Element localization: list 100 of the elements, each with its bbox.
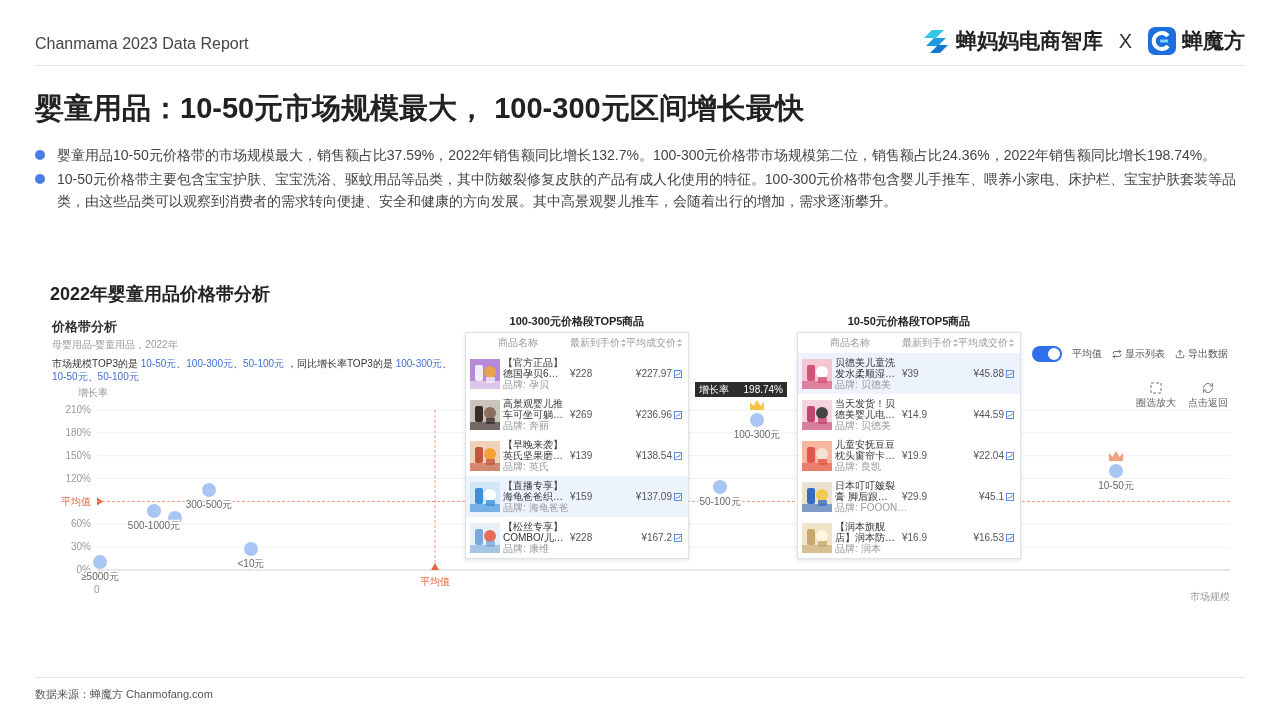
data-point[interactable] <box>750 413 764 427</box>
product-name: 贝德美儿童洗发水柔顺湿… <box>835 356 896 379</box>
price-cell: ¥22.04 <box>973 450 1004 461</box>
product-brand: 品牌: 孕贝 <box>503 378 549 391</box>
point-label: 10-50元 <box>1098 480 1134 491</box>
product-brand: 品牌: 英氏 <box>503 460 549 473</box>
panel-subtitle: 母婴用品-婴童用品，2022年 <box>52 338 178 352</box>
table-row[interactable]: 贝德美儿童洗发水柔顺湿… 品牌: 贝德美 ¥39 ¥45.88 <box>798 353 1020 394</box>
product-brand: 品牌: FOOON… <box>835 501 908 514</box>
product-name: 高景观婴儿推车可坐可躺… <box>503 397 564 420</box>
data-point[interactable] <box>93 555 107 569</box>
trend-icon[interactable] <box>674 533 682 542</box>
average-label: 平均值 <box>61 496 91 508</box>
trend-icon[interactable] <box>1006 369 1014 378</box>
data-point[interactable] <box>1109 464 1123 478</box>
trend-icon[interactable] <box>674 369 682 378</box>
table-row[interactable]: 当天发货！贝德美婴儿电… 品牌: 贝德美 ¥14.9 ¥44.59 <box>798 394 1020 435</box>
trend-icon[interactable] <box>1006 533 1014 542</box>
table-row[interactable]: 【官方正品】德国孕贝6… 品牌: 孕贝 ¥228 ¥227.97 <box>466 353 688 394</box>
column-header: 最新到手价 <box>902 336 952 350</box>
sort-icon[interactable] <box>621 339 626 347</box>
bullet-dot <box>35 174 45 184</box>
bullet-text: 婴童用品10-50元价格带的市场规模最大，销售额占比37.59%，2022年销售额同比增长132.7%。100-300元价格带市场规模第二位，销售额占比24.36%，2022年销售额同比增长198.74%。 <box>57 146 1217 165</box>
table-row[interactable]: 【直播专享】海龟爸爸织… 品牌: 海龟爸爸 ¥159 ¥137.09 <box>466 476 688 517</box>
toolbar-button[interactable]: 显示列表 <box>1112 347 1165 361</box>
price-cell: ¥14.9 <box>902 409 928 420</box>
column-header: 平均成交价 <box>626 336 676 350</box>
product-name: 日本叮叮皴裂膏 脚后跟… <box>835 479 896 502</box>
refresh-icon <box>1202 382 1214 394</box>
product-name: 【直播专享】海龟爸爸织… <box>503 479 564 502</box>
point-label: 100-300元 <box>733 429 781 440</box>
average-toggle[interactable] <box>1032 346 1062 362</box>
table-row[interactable]: 日本叮叮皴裂膏 脚后跟… 品牌: FOOON… ¥29.9 ¥45.1 <box>798 476 1020 517</box>
axis-tick-label: 210% <box>65 404 91 415</box>
price-cell: ¥138.54 <box>635 450 672 461</box>
point-label: 300-500元 <box>185 499 233 510</box>
repeat-icon <box>1112 349 1122 359</box>
price-cell: ¥39 <box>902 368 919 379</box>
bullet-text: 10-50元价格带主要包含宝宝护肤、宝宝洗浴、驱蚊用品等品类，其中防皴裂修复皮肤的产品有成人化使用的特征。100-300元价格带包含婴儿手推车、喂养小家电、床护栏、宝宝护肤套装等品类，由这些品类可以观察到消费者的需求转向便捷、安全和健康的方向发展。其中高景观婴儿推车，会随着出行的增加，需求逐渐攀升。 <box>57 170 1238 211</box>
axis-title: 增长率 <box>78 387 108 398</box>
trend-icon[interactable] <box>674 451 682 460</box>
data-point[interactable] <box>244 542 258 556</box>
trend-icon[interactable] <box>1006 492 1014 501</box>
average-label: 平均值 <box>420 576 450 587</box>
data-point[interactable] <box>202 483 216 497</box>
product-name: 儿童安抚豆豆枕头窗帘卡… <box>835 438 896 461</box>
product-brand: 品牌: 奔丽 <box>503 419 549 432</box>
sort-icon[interactable] <box>1009 339 1014 347</box>
price-cell: ¥228 <box>570 368 593 379</box>
price-cell: ¥29.9 <box>902 491 928 502</box>
table-row[interactable]: 【松丝专享】COMBO/儿… 品牌: 康维 ¥228 ¥167.2 <box>466 517 688 558</box>
axis-tick-label: 0 <box>94 584 100 595</box>
product-name: 【松丝专享】COMBO/儿… <box>503 520 565 543</box>
price-cell: ¥236.96 <box>635 409 672 420</box>
product-brand: 品牌: 润本 <box>835 542 881 555</box>
product-brand: 品牌: 贝德美 <box>835 378 891 391</box>
product-name: 【官方正品】德国孕贝6… <box>503 356 564 379</box>
trend-icon[interactable] <box>674 492 682 501</box>
sort-icon[interactable] <box>677 339 682 347</box>
axis-tick-label: 150% <box>65 449 91 461</box>
price-cell: ¥137.09 <box>635 491 672 502</box>
product-brand: 品牌: 海龟爸爸 <box>503 501 569 514</box>
data-point[interactable] <box>147 504 161 518</box>
axis-tick-label: 30% <box>71 541 91 553</box>
column-header: 商品名称 <box>498 336 538 350</box>
zoom-tool-button[interactable]: 点击返回 <box>1188 382 1228 410</box>
product-brand: 品牌: 贝德美 <box>835 419 891 432</box>
axis-title: 市场规模 <box>1190 591 1230 602</box>
report-title: Chanmama 2023 Data Report <box>35 35 249 53</box>
trend-icon[interactable] <box>1006 410 1014 419</box>
price-cell: ¥45.1 <box>978 491 1004 502</box>
price-cell: ¥269 <box>570 409 593 420</box>
toolbar-button[interactable]: 导出数据 <box>1175 347 1228 361</box>
dashed-square-icon <box>1150 382 1162 394</box>
trend-icon[interactable] <box>674 410 682 419</box>
sort-icon[interactable] <box>953 339 958 347</box>
product-brand: 品牌: 康维 <box>503 542 549 555</box>
separator-text: X <box>1118 29 1132 53</box>
tooltip-value: 198.74% <box>743 384 783 395</box>
page-title: 婴童用品：10-50元市场规模最大， 100-300元区间增长最快 <box>35 91 805 126</box>
brand-name: 蝉妈妈电商智库 <box>955 28 1103 54</box>
zoom-tool-button[interactable]: 圈选放大 <box>1136 382 1176 410</box>
summary-text: 市场规模TOP3的是 10-50元、100-300元、50-100元 ，同比增长率TOP3的是 100-300元、 10-50元、50-100元 <box>52 357 454 383</box>
point-label: <10元 <box>237 558 265 569</box>
table-row[interactable]: 高景观婴儿推车可坐可躺… 品牌: 奔丽 ¥269 ¥236.96 <box>466 394 688 435</box>
axis-tick-label: 180% <box>65 426 91 438</box>
toggle-label: 平均值 <box>1072 347 1102 361</box>
price-cell: ¥167.2 <box>641 532 672 543</box>
trend-icon[interactable] <box>1006 451 1014 460</box>
axis-tick-label: 60% <box>71 518 91 530</box>
table-row[interactable]: 【早晚来袭】英氏坚果磨… 品牌: 英氏 ¥139 ¥138.54 <box>466 435 688 476</box>
logo-icon <box>1148 27 1176 55</box>
table-row[interactable]: 【润本旗舰店】润本防… 品牌: 润本 ¥16.9 ¥16.53 <box>798 517 1020 558</box>
tooltip-label: 增长率 <box>699 382 729 397</box>
product-name: 【早晚来袭】英氏坚果磨… <box>503 438 564 461</box>
column-header: 平均成交价 <box>958 336 1008 350</box>
table-row[interactable]: 儿童安抚豆豆枕头窗帘卡… 品牌: 良凯 ¥19.9 ¥22.04 <box>798 435 1020 476</box>
panel-title: 价格带分析 <box>52 318 118 336</box>
data-point[interactable] <box>713 480 727 494</box>
point-label: 500-1000元 <box>127 520 181 531</box>
